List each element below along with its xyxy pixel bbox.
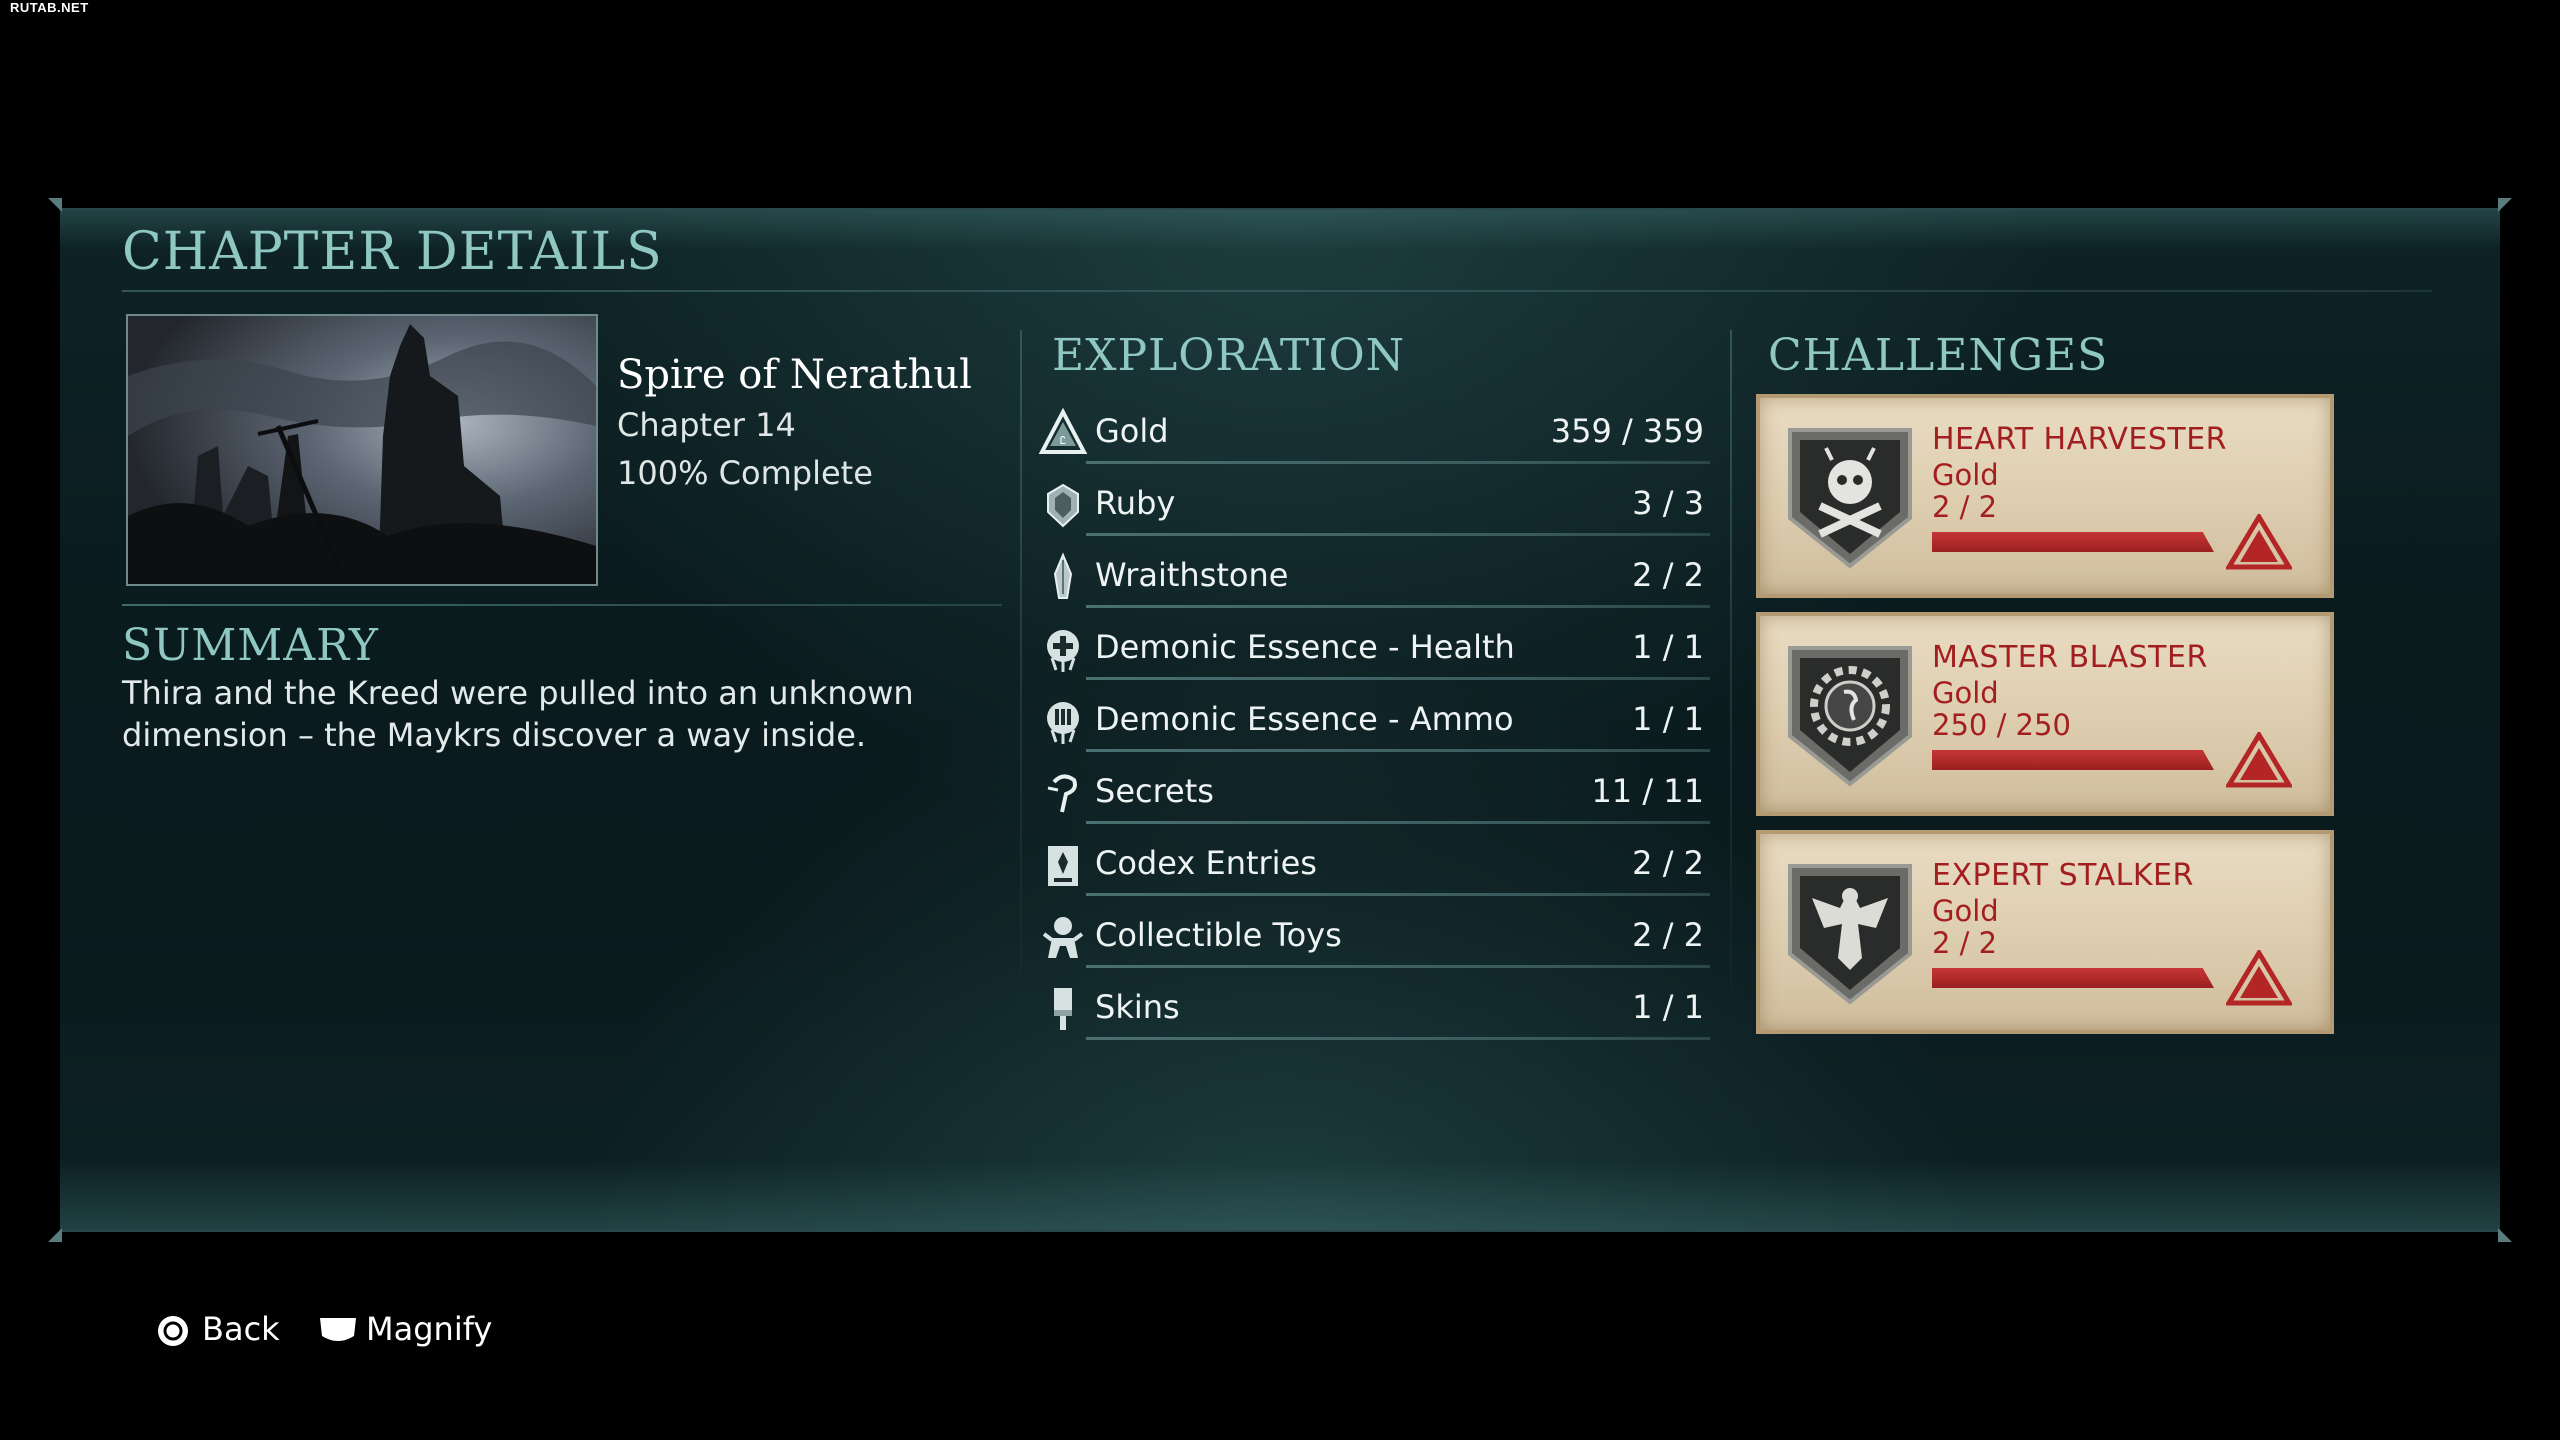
challenges-title: CHALLENGES [1768, 330, 2109, 381]
exploration-row-ammo: Demonic Essence - Ammo 1 / 1 [1038, 690, 1710, 752]
exploration-row-skins: Skins 1 / 1 [1038, 978, 1710, 1040]
skull-crossbones-badge-icon [1788, 428, 1912, 569]
ammo-essence-icon [1047, 702, 1079, 744]
magnify-label: Magnify [366, 1310, 493, 1348]
panel-frame-bottom [60, 1160, 2500, 1230]
challenge-tier: Gold [1932, 894, 1999, 928]
exploration-value: 2 / 2 [1632, 844, 1704, 882]
back-prompt[interactable]: Back [156, 1310, 286, 1354]
row-rule [1086, 821, 1710, 824]
exploration-value: 1 / 1 [1632, 700, 1704, 738]
wraithstone-icon [1053, 552, 1073, 599]
challenge-title: EXPERT STALKER [1932, 858, 2194, 893]
exploration-row-health: Demonic Essence - Health 1 / 1 [1038, 618, 1710, 680]
corner-ornament [48, 1228, 62, 1242]
chapter-name: Spire of Nerathul [617, 352, 972, 398]
summary-title: SUMMARY [122, 620, 379, 671]
challenge-progress-bar [1932, 750, 2214, 770]
toy-icon [1042, 917, 1084, 958]
challenge-progress: 250 / 250 [1932, 708, 2071, 742]
summary-text: Thira and the Kreed were pulled into an … [122, 674, 914, 754]
row-rule [1086, 893, 1710, 896]
health-essence-icon [1047, 630, 1079, 672]
exploration-value: 2 / 2 [1632, 556, 1704, 594]
svg-text:Ꮭ: Ꮭ [1060, 434, 1066, 447]
exploration-row-wraithstone: Wraithstone 2 / 2 [1038, 546, 1710, 608]
skins-icon [1054, 988, 1072, 1030]
challenge-progress-fill [1932, 532, 2214, 552]
exploration-title: EXPLORATION [1052, 330, 1406, 381]
exploration-label: Skins [1095, 988, 1180, 1026]
row-rule [1086, 533, 1710, 536]
challenge-tier: Gold [1932, 458, 1999, 492]
column-divider [1020, 330, 1022, 1030]
exploration-row-ruby: Ruby 3 / 3 [1038, 474, 1710, 536]
chapter-number: Chapter 14 [617, 406, 796, 444]
gold-icon: Ꮭ [1038, 408, 1088, 454]
exploration-row-toys: Collectible Toys 2 / 2 [1038, 906, 1710, 968]
cog-skull-badge-icon [1788, 646, 1912, 787]
page-title: CHAPTER DETAILS [122, 222, 663, 282]
exploration-value: 1 / 1 [1632, 628, 1704, 666]
challenge-progress-fill [1932, 968, 2214, 988]
chapter-thumbnail [126, 314, 598, 586]
challenge-progress-bar [1932, 532, 2214, 552]
exploration-row-codex: Codex Entries 2 / 2 [1038, 834, 1710, 896]
row-rule [1086, 749, 1710, 752]
ruby-icon [1047, 483, 1079, 528]
row-rule [1086, 1037, 1710, 1040]
watermark: RUTAB.NET [10, 0, 89, 15]
exploration-value: 11 / 11 [1591, 772, 1704, 810]
exploration-label: Demonic Essence - Ammo [1095, 700, 1514, 738]
exploration-label: Ruby [1095, 484, 1176, 522]
exploration-label: Secrets [1095, 772, 1214, 810]
challenge-tier: Gold [1932, 676, 1999, 710]
gold-tier-icon [2226, 732, 2292, 788]
chapter-completion: 100% Complete [617, 454, 873, 492]
magnify-prompt[interactable]: Magnify [318, 1310, 498, 1354]
challenge-card[interactable]: EXPERT STALKER Gold 2 / 2 [1756, 830, 2334, 1034]
gold-tier-icon [2226, 950, 2292, 1006]
exploration-value: 2 / 2 [1632, 916, 1704, 954]
winged-demon-badge-icon [1788, 864, 1912, 1005]
column-divider [1730, 330, 1732, 1030]
gold-tier-icon [2226, 514, 2292, 570]
challenge-card[interactable]: MASTER BLASTER Gold 250 / 250 [1756, 612, 2334, 816]
challenge-title: MASTER BLASTER [1932, 640, 2208, 675]
challenge-progress-bar [1932, 968, 2214, 988]
challenge-progress-fill [1932, 750, 2214, 770]
exploration-label: Codex Entries [1095, 844, 1317, 882]
exploration-value: 1 / 1 [1632, 988, 1704, 1026]
exploration-value: 3 / 3 [1632, 484, 1704, 522]
challenge-card[interactable]: HEART HARVESTER Gold 2 / 2 [1756, 394, 2334, 598]
exploration-value: 359 / 359 [1550, 412, 1704, 450]
exploration-row-secrets: Secrets 11 / 11 [1038, 762, 1710, 824]
exploration-row-gold: Ꮭ Gold 359 / 359 [1038, 402, 1710, 464]
challenge-progress: 2 / 2 [1932, 490, 1998, 524]
challenge-progress: 2 / 2 [1932, 926, 1998, 960]
exploration-label: Wraithstone [1095, 556, 1289, 594]
exploration-label: Gold [1095, 412, 1169, 450]
row-rule [1086, 461, 1710, 464]
back-label: Back [202, 1310, 280, 1348]
touchpad-icon [320, 1318, 356, 1341]
secrets-icon [1047, 774, 1077, 813]
corner-ornament [2498, 1228, 2512, 1242]
summary-divider [122, 604, 1002, 606]
title-divider [122, 290, 2432, 292]
row-rule [1086, 605, 1710, 608]
circle-button-icon [158, 1316, 188, 1346]
challenge-title: HEART HARVESTER [1932, 422, 2227, 457]
exploration-label: Demonic Essence - Health [1095, 628, 1515, 666]
castle-ruins-thumbnail-icon [128, 316, 596, 584]
codex-icon [1048, 846, 1078, 886]
row-rule [1086, 677, 1710, 680]
exploration-label: Collectible Toys [1095, 916, 1342, 954]
corner-ornament [2498, 198, 2512, 212]
corner-ornament [48, 198, 62, 212]
row-rule [1086, 965, 1710, 968]
